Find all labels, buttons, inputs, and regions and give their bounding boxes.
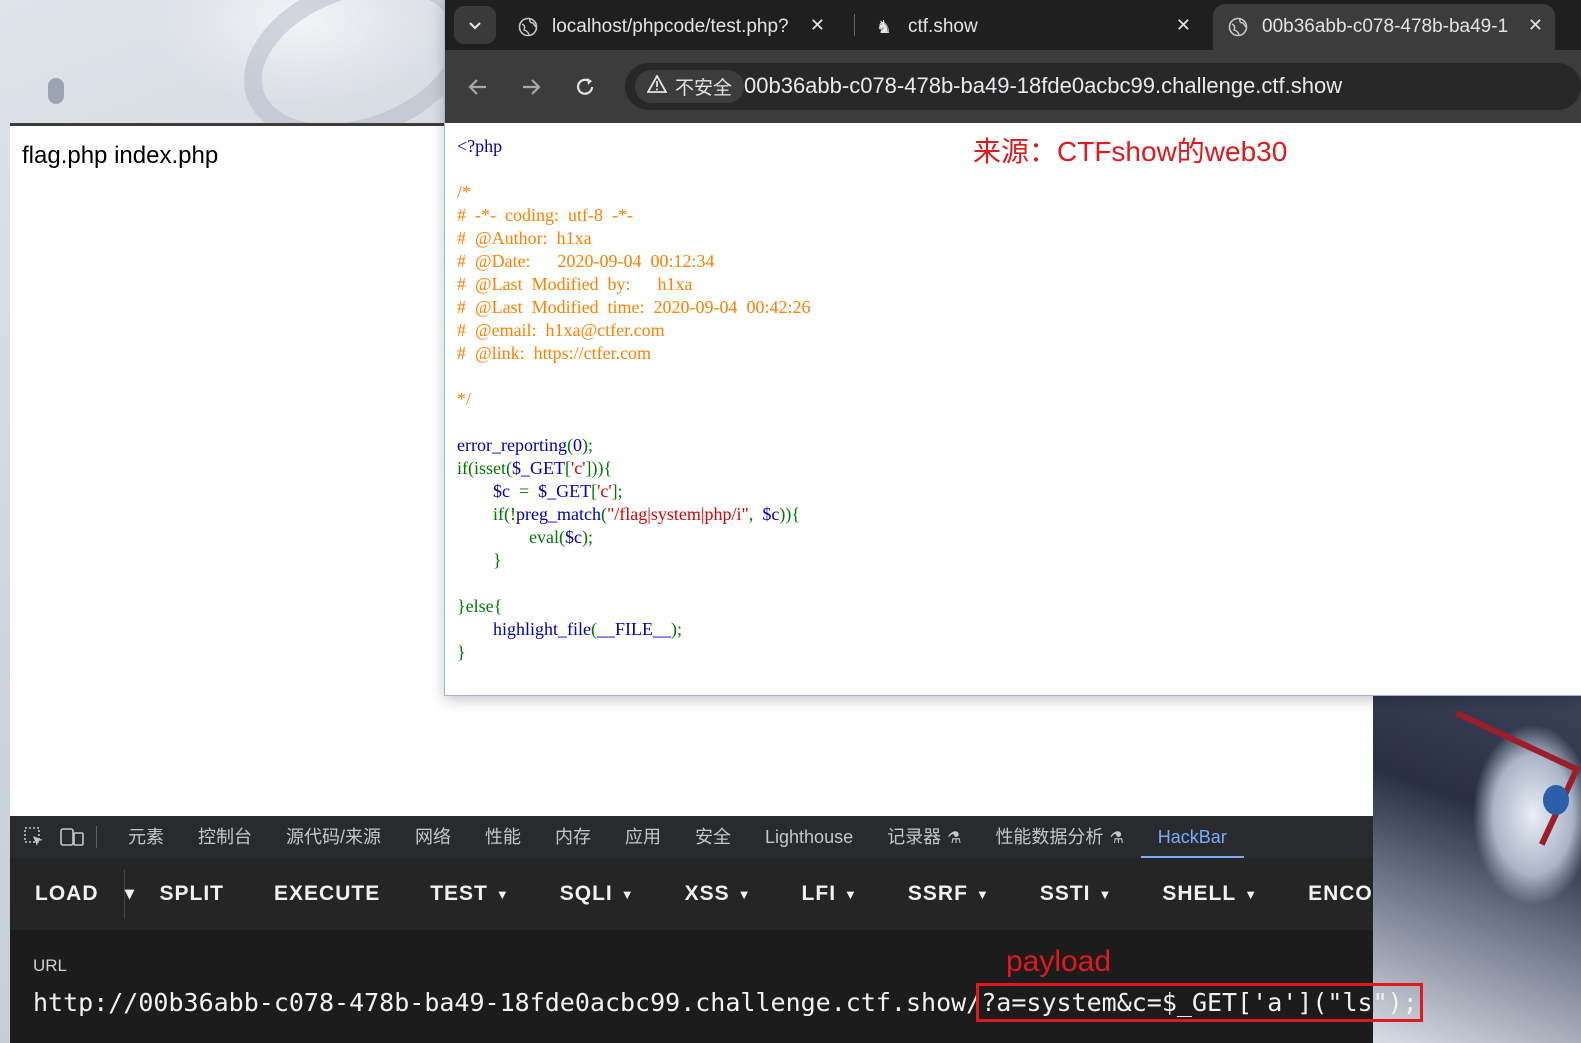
hackbar-toolbar: LOAD ▼ SPLIT EXECUTE TEST ▼ SQLI ▼ XSS ▼ LF…	[10, 858, 1373, 930]
file-list-output: flag.php index.php	[22, 142, 219, 169]
devtools-tab-sources[interactable]: 源代码/来源	[269, 816, 398, 858]
devtools-panel: 元素 控制台 源代码/来源 网络 性能 内存 应用 安全 Lighthouse …	[10, 816, 1423, 1043]
php-source-code: <?php /* # -*- coding: utf-8 -*- # @Auth…	[457, 136, 811, 662]
devtools-tab-network[interactable]: 网络	[398, 816, 468, 858]
devtools-tab-hackbar[interactable]: HackBar	[1140, 816, 1244, 858]
hackbar-url-input[interactable]: http://00b36abb-c078-478b-ba49-18fde0acb…	[33, 983, 1423, 1022]
url-payload-highlight: ?a=system&c=$_GET['a']("ls");	[976, 983, 1423, 1022]
close-tab-icon[interactable]: ✕	[1176, 15, 1191, 36]
hackbar-encoding-menu[interactable]: ENCO	[1283, 858, 1373, 930]
ctfshow-icon: ♞	[875, 16, 893, 37]
hackbar-shell-menu[interactable]: SHELL ▼	[1137, 858, 1283, 930]
chevron-down-icon: ▼	[620, 886, 635, 902]
hackbar-ssrf-menu[interactable]: SSRF ▼	[883, 858, 1015, 930]
flask-icon: ⚗	[1109, 830, 1124, 847]
tab-challenge-active[interactable]: 00b36abb-c078-478b-ba49-1 ✕	[1213, 4, 1555, 50]
chevron-down-icon: ▼	[737, 886, 752, 902]
hackbar-load-button[interactable]: LOAD	[10, 858, 124, 930]
tab-strip: localhost/phpcode/test.php? ✕ ♞ ctf.show…	[445, 0, 1581, 50]
tab-localhost[interactable]: localhost/phpcode/test.php? ✕	[517, 4, 837, 50]
url-label: URL	[33, 956, 68, 975]
inspect-element-icon[interactable]	[20, 823, 48, 851]
warning-icon	[646, 73, 668, 99]
chevron-down-icon	[469, 22, 481, 30]
hackbar-ssti-menu[interactable]: SSTI ▼	[1015, 858, 1138, 930]
tab-ctfshow[interactable]: ♞ ctf.show ✕	[873, 4, 1203, 50]
tab-search-button[interactable]	[454, 6, 496, 44]
close-tab-icon[interactable]: ✕	[810, 15, 825, 36]
hackbar-xss-menu[interactable]: XSS ▼	[660, 858, 777, 930]
hackbar-sqli-menu[interactable]: SQLI ▼	[535, 858, 660, 930]
chevron-down-icon: ▼	[1098, 886, 1113, 902]
wallpaper-shape	[48, 78, 64, 104]
browser-window: localhost/phpcode/test.php? ✕ ♞ ctf.show…	[445, 0, 1581, 695]
forward-arrow-icon[interactable]	[516, 72, 546, 102]
chevron-down-icon: ▼	[1244, 886, 1259, 902]
payload-annotation: payload	[1006, 945, 1112, 978]
devtools-tab-application[interactable]: 应用	[608, 816, 678, 858]
devtools-tab-memory[interactable]: 内存	[538, 816, 608, 858]
chevron-down-icon: ▼	[975, 886, 990, 902]
globe-icon	[1227, 16, 1249, 38]
hackbar-execute-button[interactable]: EXECUTE	[249, 858, 405, 930]
devtools-tabbar: 元素 控制台 源代码/来源 网络 性能 内存 应用 安全 Lighthouse …	[10, 816, 1373, 859]
devtools-tab-performance-insights[interactable]: 性能数据分析 ⚗	[978, 816, 1140, 858]
chevron-down-icon: ▼	[495, 886, 510, 902]
security-indicator[interactable]: 不安全	[635, 70, 745, 103]
close-tab-icon[interactable]: ✕	[1528, 15, 1543, 36]
hackbar-split-button[interactable]: SPLIT	[135, 858, 250, 930]
flask-icon: ⚗	[947, 830, 962, 847]
back-arrow-icon[interactable]	[463, 72, 493, 102]
chevron-down-icon: ▼	[844, 886, 858, 902]
url-base: http://00b36abb-c078-478b-ba49-18fde0acb…	[33, 988, 982, 1017]
address-bar[interactable]: 不安全 00b36abb-c078-478b-ba49-18fde0acbc99…	[625, 63, 1581, 110]
devtools-tab-console[interactable]: 控制台	[181, 816, 269, 858]
hackbar-lfi-menu[interactable]: LFI ▼	[777, 858, 883, 930]
devtools-tab-performance[interactable]: 性能	[468, 816, 538, 858]
url-text: 00b36abb-c078-478b-ba49-18fde0acbc99.cha…	[744, 73, 1343, 98]
devtools-tab-security[interactable]: 安全	[678, 816, 748, 858]
devtools-tab-elements[interactable]: 元素	[111, 816, 181, 858]
devtools-tab-recorder[interactable]: 记录器 ⚗	[870, 816, 978, 858]
hackbar-url-section: URL http://00b36abb-c078-478b-ba49-18fde…	[10, 930, 1423, 1043]
source-annotation: 来源：CTFshow的web30	[973, 136, 1288, 167]
reload-icon[interactable]	[570, 72, 600, 102]
load-options-dropdown[interactable]: ▼	[123, 869, 135, 919]
code-comment-block: /* # -*- coding: utf-8 -*- # @Author: h1…	[457, 182, 811, 409]
device-toolbar-icon[interactable]	[58, 823, 86, 851]
hackbar-test-menu[interactable]: TEST ▼	[405, 858, 535, 930]
globe-icon	[517, 16, 539, 38]
devtools-tab-lighthouse[interactable]: Lighthouse	[748, 816, 870, 858]
navigation-bar: 不安全 00b36abb-c078-478b-ba49-18fde0acbc99…	[445, 50, 1581, 123]
